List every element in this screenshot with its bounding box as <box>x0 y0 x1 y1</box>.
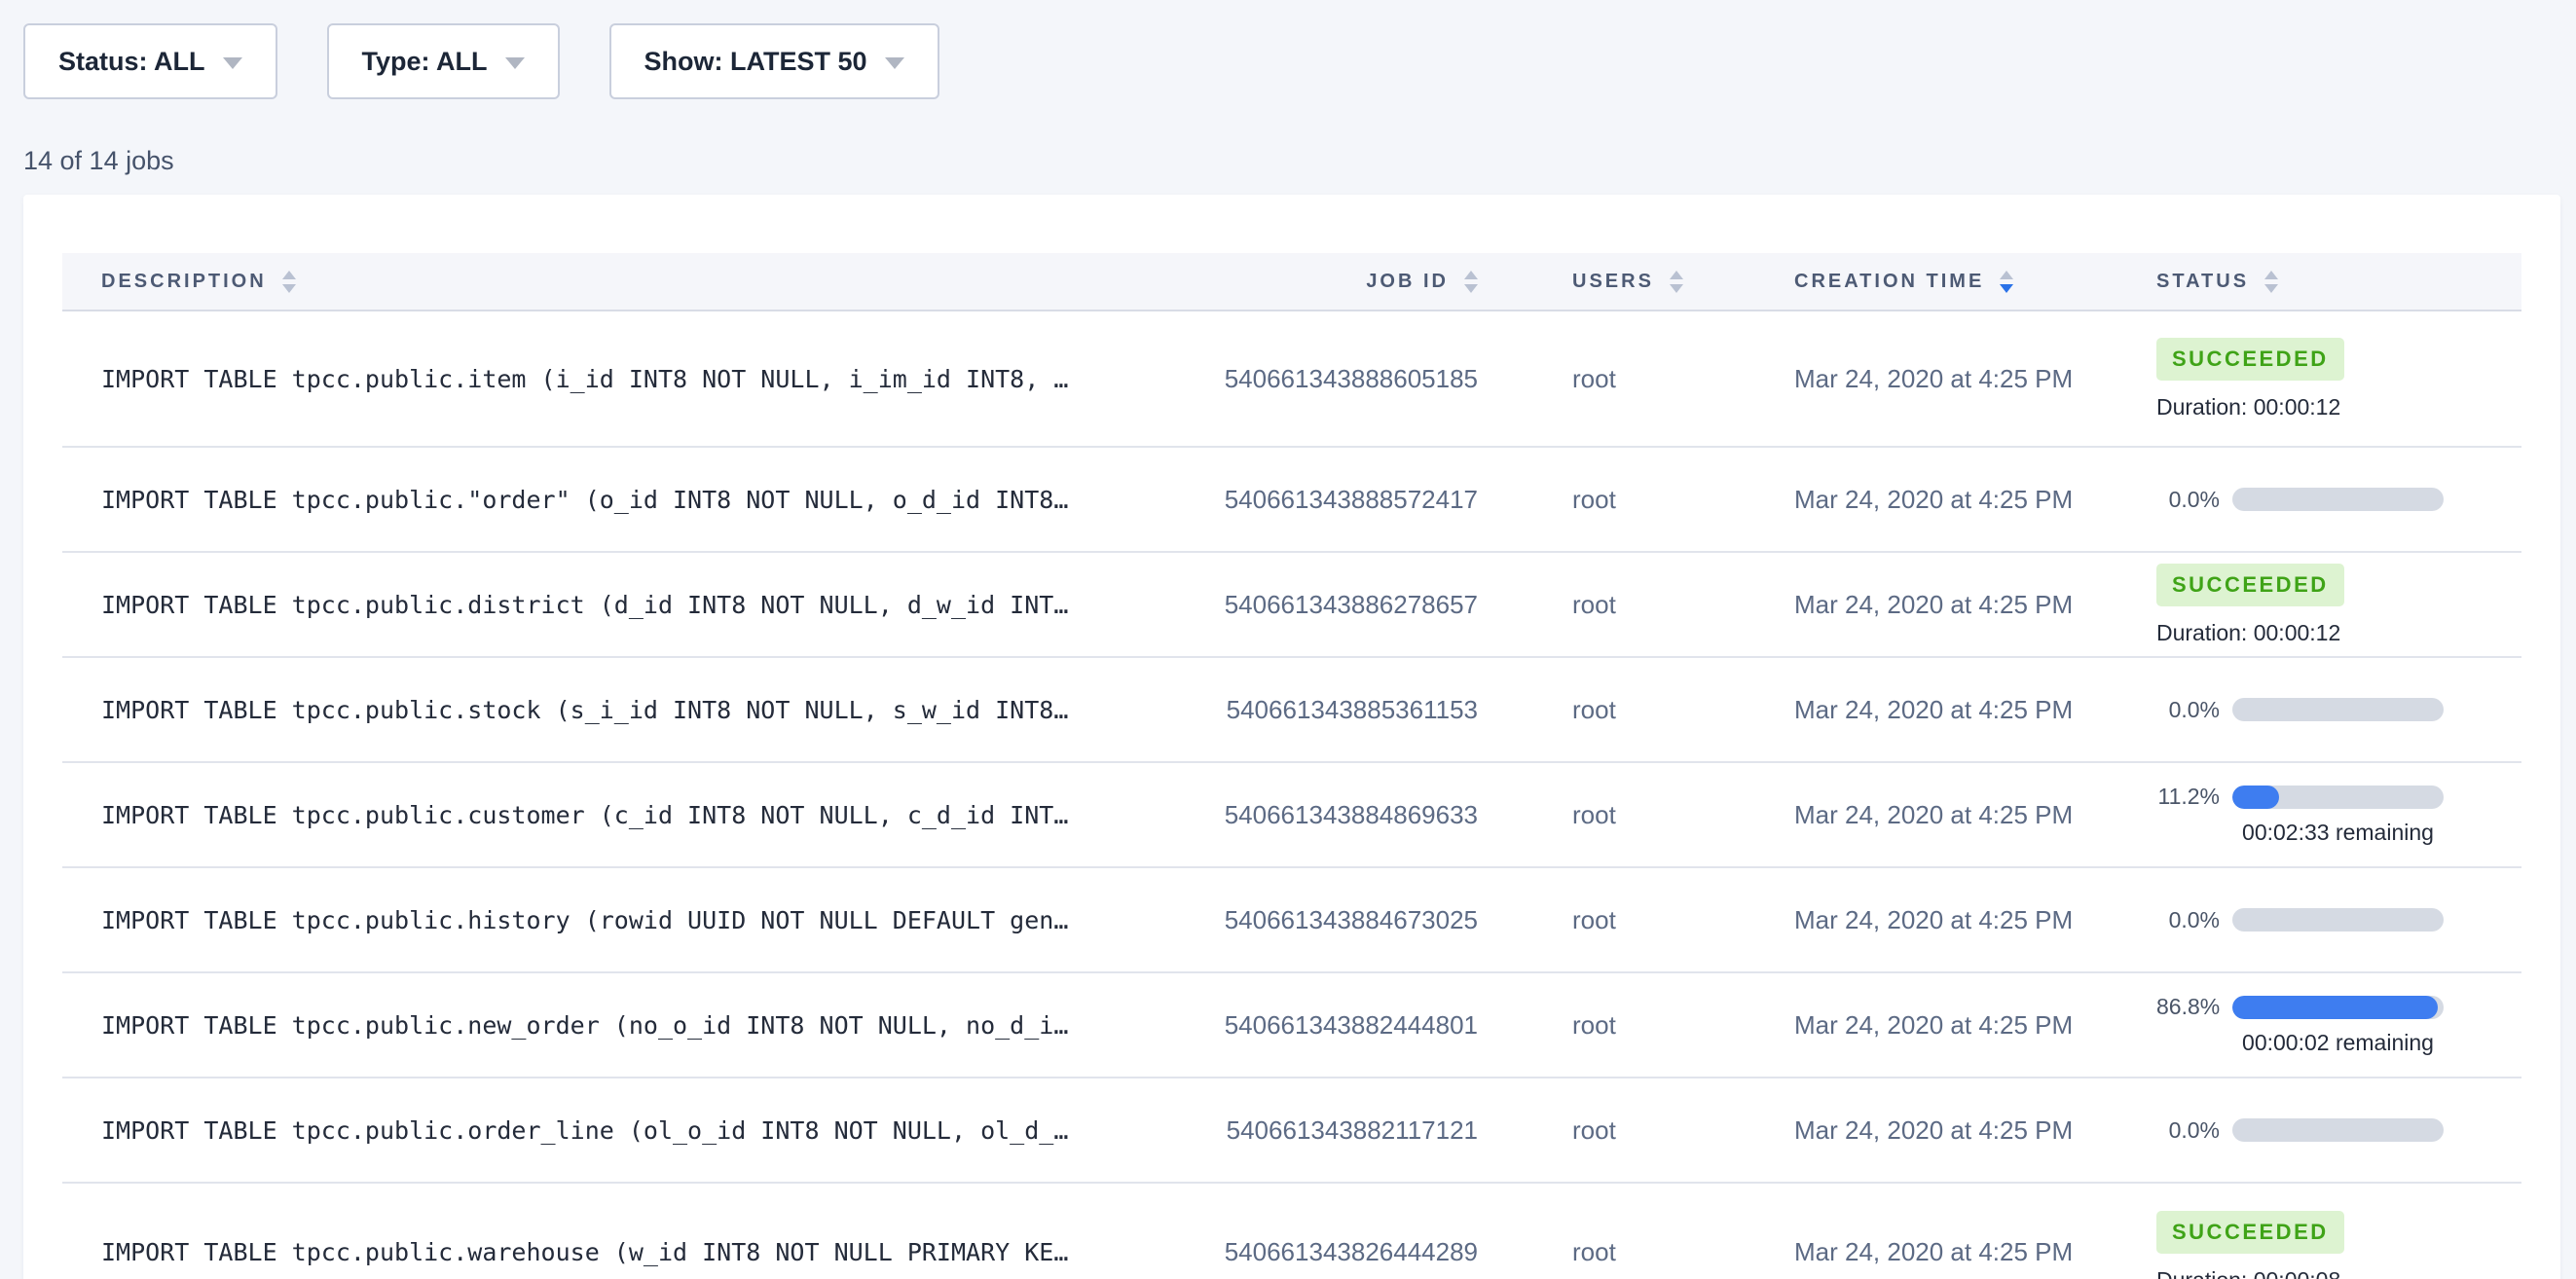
description-cell: IMPORT TABLE tpcc.public.history (rowid … <box>101 906 1225 934</box>
status-badge: SUCCEEDED <box>2156 338 2344 381</box>
progress-bar <box>2232 1118 2444 1142</box>
sort-icon <box>2264 271 2278 293</box>
jobs-table-card: DESCRIPTION JOB ID USERS CREATION TIME S… <box>23 195 2560 1279</box>
users-cell: root <box>1478 485 1794 515</box>
column-header-job-id[interactable]: JOB ID <box>1234 271 1478 293</box>
creation-time-cell: Mar 24, 2020 at 4:25 PM <box>1794 1237 2156 1267</box>
percent-label: 0.0% <box>2156 487 2220 513</box>
show-filter-dropdown[interactable]: Show: LATEST 50 <box>609 23 939 99</box>
description-cell: IMPORT TABLE tpcc.public.order_line (ol_… <box>101 1116 1227 1145</box>
creation-time-cell: Mar 24, 2020 at 4:25 PM <box>1794 800 2156 830</box>
progress-fill <box>2232 786 2279 809</box>
users-cell: root <box>1478 1115 1794 1146</box>
table-row: IMPORT TABLE tpcc.public.new_order (no_o… <box>62 973 2521 1078</box>
column-header-creation-time[interactable]: CREATION TIME <box>1794 271 2156 293</box>
remaining-text: 00:02:33 remaining <box>2232 820 2444 846</box>
job-id-cell: 540661343884869633 <box>1225 800 1478 830</box>
progress-bar <box>2232 786 2444 809</box>
status-badge: SUCCEEDED <box>2156 564 2344 606</box>
users-cell: root <box>1478 695 1794 725</box>
status-cell: 0.0% <box>2156 1117 2483 1144</box>
table-row: IMPORT TABLE tpcc.public.district (d_id … <box>62 553 2521 658</box>
duration-text: Duration: 00:00:12 <box>2156 394 2483 420</box>
chevron-down-icon <box>885 57 904 69</box>
table-row: IMPORT TABLE tpcc.public."order" (o_id I… <box>62 448 2521 553</box>
status-filter-label: Status: ALL <box>58 47 205 77</box>
description-cell: IMPORT TABLE tpcc.public.customer (c_id … <box>101 801 1225 829</box>
show-filter-label: Show: LATEST 50 <box>644 47 867 77</box>
creation-time-cell: Mar 24, 2020 at 4:25 PM <box>1794 905 2156 935</box>
percent-label: 0.0% <box>2156 1117 2220 1144</box>
creation-time-cell: Mar 24, 2020 at 4:25 PM <box>1794 590 2156 620</box>
creation-time-cell: Mar 24, 2020 at 4:25 PM <box>1794 485 2156 515</box>
creation-time-cell: Mar 24, 2020 at 4:25 PM <box>1794 695 2156 725</box>
percent-label: 11.2% <box>2156 784 2220 810</box>
type-filter-label: Type: ALL <box>362 47 488 77</box>
type-filter-dropdown[interactable]: Type: ALL <box>327 23 560 99</box>
table-row: IMPORT TABLE tpcc.public.customer (c_id … <box>62 763 2521 868</box>
description-cell: IMPORT TABLE tpcc.public.warehouse (w_id… <box>101 1238 1225 1266</box>
description-cell: IMPORT TABLE tpcc.public.district (d_id … <box>101 591 1225 619</box>
users-cell: root <box>1478 905 1794 935</box>
users-cell: root <box>1478 1010 1794 1041</box>
percent-label: 0.0% <box>2156 907 2220 933</box>
jobs-count: 14 of 14 jobs <box>23 146 2576 176</box>
table-row: IMPORT TABLE tpcc.public.history (rowid … <box>62 868 2521 973</box>
job-id-cell: 540661343888572417 <box>1225 485 1478 515</box>
status-cell: 11.2% 00:02:33 remaining <box>2156 784 2483 846</box>
table-header: DESCRIPTION JOB ID USERS CREATION TIME S… <box>62 253 2521 311</box>
chevron-down-icon <box>505 57 525 69</box>
status-filter-dropdown[interactable]: Status: ALL <box>23 23 277 99</box>
status-cell: 86.8% 00:00:02 remaining <box>2156 994 2483 1056</box>
progress-bar <box>2232 698 2444 721</box>
creation-time-cell: Mar 24, 2020 at 4:25 PM <box>1794 1115 2156 1146</box>
duration-text: Duration: 00:00:12 <box>2156 620 2483 646</box>
description-cell: IMPORT TABLE tpcc.public.stock (s_i_id I… <box>101 696 1227 724</box>
users-cell: root <box>1478 1237 1794 1267</box>
status-cell: SUCCEEDED Duration: 00:00:08 <box>2156 1211 2483 1279</box>
progress-bar <box>2232 488 2444 511</box>
job-id-cell: 540661343882117121 <box>1227 1115 1478 1146</box>
status-badge: SUCCEEDED <box>2156 1211 2344 1254</box>
column-header-users[interactable]: USERS <box>1478 271 1794 293</box>
table-row: IMPORT TABLE tpcc.public.warehouse (w_id… <box>62 1184 2521 1279</box>
sort-icon <box>1670 271 1683 293</box>
progress-bar <box>2232 908 2444 932</box>
duration-text: Duration: 00:00:08 <box>2156 1267 2483 1279</box>
filter-bar: Status: ALL Type: ALL Show: LATEST 50 <box>0 0 2576 99</box>
users-cell: root <box>1478 364 1794 394</box>
table-row: IMPORT TABLE tpcc.public.order_line (ol_… <box>62 1078 2521 1184</box>
job-id-cell: 540661343885361153 <box>1227 695 1478 725</box>
percent-label: 86.8% <box>2156 994 2220 1020</box>
creation-time-cell: Mar 24, 2020 at 4:25 PM <box>1794 364 2156 394</box>
sort-icon <box>1464 271 1478 293</box>
description-cell: IMPORT TABLE tpcc.public.item (i_id INT8… <box>101 365 1225 393</box>
status-cell: 0.0% <box>2156 697 2483 723</box>
chevron-down-icon <box>223 57 242 69</box>
job-id-cell: 540661343886278657 <box>1225 590 1478 620</box>
percent-label: 0.0% <box>2156 697 2220 723</box>
job-id-cell: 540661343888605185 <box>1225 364 1478 394</box>
job-id-cell: 540661343882444801 <box>1225 1010 1478 1041</box>
table-row: IMPORT TABLE tpcc.public.item (i_id INT8… <box>62 311 2521 448</box>
progress-bar <box>2232 996 2444 1019</box>
job-id-cell: 540661343826444289 <box>1225 1237 1478 1267</box>
job-id-cell: 540661343884673025 <box>1225 905 1478 935</box>
table-row: IMPORT TABLE tpcc.public.stock (s_i_id I… <box>62 658 2521 763</box>
status-cell: 0.0% <box>2156 487 2483 513</box>
status-cell: SUCCEEDED Duration: 00:00:12 <box>2156 564 2483 646</box>
description-cell: IMPORT TABLE tpcc.public."order" (o_id I… <box>101 486 1225 514</box>
users-cell: root <box>1478 800 1794 830</box>
creation-time-cell: Mar 24, 2020 at 4:25 PM <box>1794 1010 2156 1041</box>
status-cell: 0.0% <box>2156 907 2483 933</box>
status-cell: SUCCEEDED Duration: 00:00:12 <box>2156 338 2483 420</box>
progress-fill <box>2232 996 2437 1019</box>
description-cell: IMPORT TABLE tpcc.public.new_order (no_o… <box>101 1011 1225 1040</box>
remaining-text: 00:00:02 remaining <box>2232 1030 2444 1056</box>
users-cell: root <box>1478 590 1794 620</box>
column-header-description[interactable]: DESCRIPTION <box>101 271 1234 293</box>
sort-icon <box>282 271 296 293</box>
column-header-status[interactable]: STATUS <box>2156 271 2483 293</box>
sort-icon <box>2000 271 2013 293</box>
